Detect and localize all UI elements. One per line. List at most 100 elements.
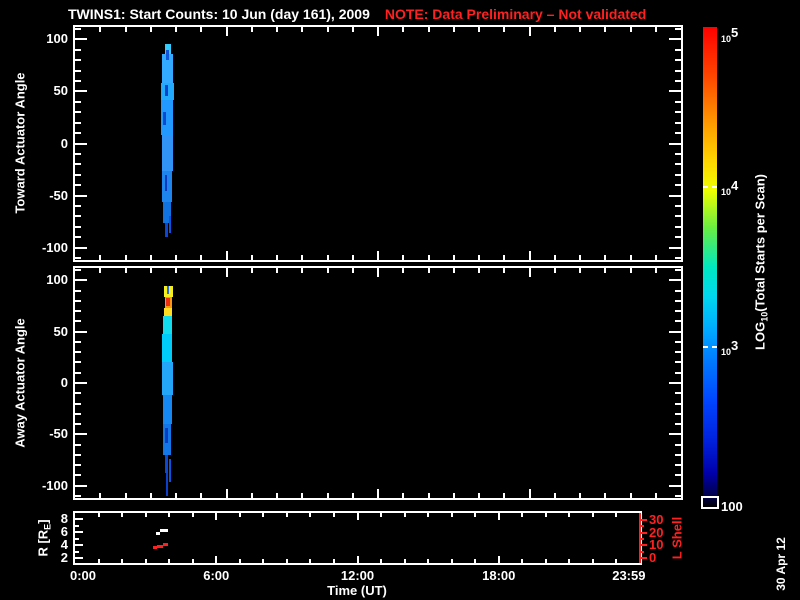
colorbar-tick-base: 10 [721,186,732,197]
heatmap-segment [169,216,171,233]
colorbar-tick-exp: 5 [731,25,739,40]
x-tick [402,27,404,32]
x-tick [604,255,606,260]
x-tick [655,27,657,32]
y-tick-minor [75,174,81,176]
y-tick-minor [675,454,681,456]
y-tick-major [75,90,87,92]
x-tick [125,268,127,273]
plot-layer: 100 50 0 -50 -100 100 50 0 -50 -100 8 6 4 2 30 20 10 0 0:0… [0,0,800,600]
x-tick [309,513,311,517]
x-tick [579,493,581,498]
heatmap-segment [165,297,170,306]
x-tick [200,27,202,32]
x-tick [251,255,253,260]
r-tick-major [75,544,83,546]
x-tick [579,27,581,32]
x-tick [352,493,354,498]
x-tick [327,255,329,260]
y-tick-minor [75,372,81,374]
y-tick-minor [75,215,81,217]
x-tick [327,493,329,498]
y-tick-minor [675,101,681,103]
x-tick [276,255,278,260]
y-tick-minor [675,49,681,51]
x-tick [145,513,147,517]
x-tick [478,27,480,32]
x-tick [428,255,430,260]
y-tick-minor [675,495,681,497]
line-dash [160,528,168,532]
colorbar-tick-base: 10 [721,347,732,358]
colorbar-tick-label: 104 [721,178,761,200]
x-tick [327,268,329,273]
r-tick-minor [75,551,79,553]
x-tick [451,559,453,563]
lshell-tick-minor [640,525,644,527]
x-tick [150,493,152,498]
x-tick [521,559,523,563]
x-tick [655,268,657,273]
r-tick-minor [75,525,79,527]
y-tick-label: -100 [41,478,68,493]
y-tick-major [75,279,87,281]
x-tick [579,255,581,260]
x-tick [377,489,379,498]
x-tick [175,255,177,260]
x-tick [377,27,379,36]
x-tick [276,27,278,32]
r-tick-major [75,531,83,533]
x-tick [99,268,101,273]
x-tick [630,255,632,260]
x-tick [175,27,177,32]
x-tick [568,559,570,563]
y-tick-minor [75,290,81,292]
r-tick-major [75,557,83,559]
y-tick-minor [675,236,681,238]
x-tick [592,559,594,563]
heatmap-segment [161,362,174,396]
y-tick-minor [675,290,681,292]
heatmap-segment [164,454,169,474]
heatmap-segment [162,333,173,363]
y-tick-major [669,38,681,40]
y-tick-minor [675,205,681,207]
x-tick [380,559,382,563]
x-tick [121,513,123,517]
colorbar-tick-exp: 4 [731,177,739,193]
x-tick [125,255,127,260]
y-tick-minor [675,153,681,155]
x-tick [545,513,547,517]
y-tick-major [75,38,87,40]
y-tick-minor [75,205,81,207]
x-tick [402,493,404,498]
x-tick [301,493,303,498]
x-tick [99,255,101,260]
x-tick [529,251,531,260]
plot-stage: TWINS1: Start Counts: 10 Jun (day 161), … [0,0,800,600]
x-tick [99,27,101,32]
y-tick-minor [675,413,681,415]
y-tick-minor [675,163,681,165]
y-tick-minor [675,111,681,113]
y-tick-major [75,195,87,197]
x-tick [503,268,505,273]
x-tick-label: 18:00 [482,568,516,583]
x-tick [301,27,303,32]
x-tick [380,513,382,517]
x-tick [239,513,241,517]
x-tick [357,556,359,563]
y-tick-major [669,195,681,197]
y-tick-minor [675,300,681,302]
x-tick [226,27,228,36]
y-tick-minor [75,454,81,456]
r-tick-major [75,518,83,520]
heatmap-segment [163,395,173,425]
x-tick [554,27,556,32]
x-tick [521,513,523,517]
y-tick-minor [75,80,81,82]
x-tick [301,255,303,260]
heatmap-segment [169,458,171,482]
x-tick [453,27,455,32]
x-tick-label: 0:00 [69,568,97,583]
